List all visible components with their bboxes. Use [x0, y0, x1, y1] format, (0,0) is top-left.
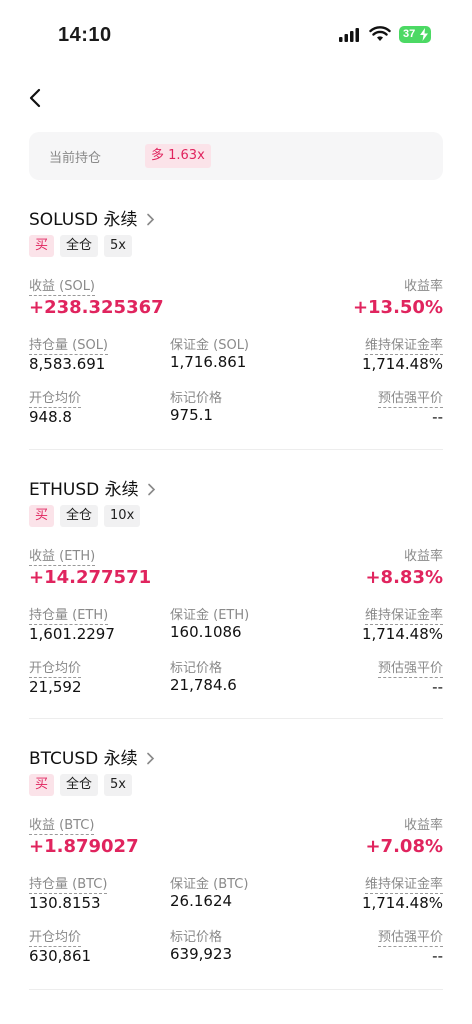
margin-mode-tag: 全仓 — [60, 505, 99, 527]
margin-label: 保证金 (ETH) — [170, 608, 250, 623]
pnl-value: +14.277571 — [29, 567, 152, 588]
divider — [29, 718, 443, 719]
mmr-value: 1,714.48% — [361, 355, 443, 373]
size-value: 130.8153 — [29, 894, 101, 912]
entry-price-value: 630,861 — [29, 947, 92, 965]
size-label[interactable]: 持仓量 (ETH) — [29, 604, 109, 625]
pnl-label[interactable]: 收益 (ETH) — [29, 545, 96, 566]
divider — [29, 449, 443, 450]
mmr-label[interactable]: 维持保证金率 — [364, 334, 443, 355]
liq-price-label[interactable]: 预估强平价 — [377, 926, 443, 947]
side-tag: 买 — [29, 235, 55, 257]
status-bar: 14:10 37 — [0, 0, 472, 70]
side-tag: 买 — [29, 774, 55, 796]
margin-value: 160.1086 — [170, 623, 242, 641]
pnl-value: +1.879027 — [29, 836, 139, 857]
liq-price-value: -- — [432, 678, 443, 696]
position-title[interactable]: BTCUSD 永续 — [29, 744, 155, 769]
pnl-value: +238.325367 — [29, 297, 164, 318]
position-symbol: ETHUSD 永续 — [29, 480, 139, 500]
signal-icon — [339, 28, 359, 42]
leverage-tag: 5x — [104, 235, 132, 257]
size-label[interactable]: 持仓量 (BTC) — [29, 873, 108, 894]
entry-price-value: 21,592 — [29, 678, 82, 696]
mark-price-value: 639,923 — [170, 945, 233, 963]
margin-mode-tag: 全仓 — [60, 774, 99, 796]
mark-price-value: 21,784.6 — [170, 676, 237, 694]
entry-price-label[interactable]: 开仓均价 — [29, 387, 82, 408]
size-value: 1,601.2297 — [29, 625, 115, 643]
pnl-label[interactable]: 收益 (BTC) — [29, 814, 95, 835]
roi-label: 收益率 — [403, 818, 443, 833]
leverage-tag: 5x — [104, 774, 132, 796]
side-tag: 买 — [29, 505, 55, 527]
mmr-value: 1,714.48% — [361, 625, 443, 643]
mark-price-value: 975.1 — [170, 406, 213, 424]
size-label[interactable]: 持仓量 (SOL) — [29, 334, 109, 355]
roi-value: +13.50% — [352, 297, 443, 318]
position-title[interactable]: ETHUSD 永续 — [29, 475, 156, 500]
back-icon[interactable] — [24, 86, 48, 110]
position-tags: 买 全仓 5x — [29, 774, 132, 796]
entry-price-label[interactable]: 开仓均价 — [29, 926, 82, 947]
position-tags: 买 全仓 10x — [29, 505, 141, 527]
entry-price-value: 948.8 — [29, 408, 72, 426]
entry-price-label[interactable]: 开仓均价 — [29, 657, 82, 678]
chevron-right-icon — [146, 213, 154, 226]
size-value: 8,583.691 — [29, 355, 106, 373]
current-position-summary: 当前持仓 多 1.63x — [29, 132, 443, 180]
margin-label: 保证金 (BTC) — [170, 877, 249, 892]
mark-price-label: 标记价格 — [170, 661, 223, 676]
mark-price-label: 标记价格 — [170, 391, 223, 406]
liq-price-label[interactable]: 预估强平价 — [377, 657, 443, 678]
summary-label: 当前持仓 — [49, 151, 102, 166]
pnl-label[interactable]: 收益 (SOL) — [29, 275, 96, 296]
roi-value: +7.08% — [365, 836, 443, 857]
mmr-label[interactable]: 维持保证金率 — [364, 604, 443, 625]
margin-mode-tag: 全仓 — [60, 235, 99, 257]
position-symbol: SOLUSD 永续 — [29, 210, 138, 230]
position-symbol: BTCUSD 永续 — [29, 749, 138, 769]
wifi-icon — [369, 26, 391, 41]
margin-label: 保证金 (SOL) — [170, 338, 250, 353]
liq-price-value: -- — [432, 947, 443, 965]
divider — [29, 989, 443, 990]
margin-value: 1,716.861 — [170, 353, 247, 371]
battery-level: 37 — [403, 28, 416, 40]
chevron-right-icon — [147, 483, 155, 496]
roi-label: 收益率 — [403, 549, 443, 564]
mark-price-label: 标记价格 — [170, 930, 223, 945]
leverage-badge: 多 1.63x — [145, 144, 211, 168]
roi-label: 收益率 — [403, 279, 443, 294]
position-title[interactable]: SOLUSD 永续 — [29, 205, 155, 230]
position-tags: 买 全仓 5x — [29, 235, 132, 257]
margin-value: 26.1624 — [170, 892, 233, 910]
status-time: 14:10 — [58, 24, 112, 46]
charging-bolt-icon — [420, 28, 428, 41]
roi-value: +8.83% — [365, 567, 443, 588]
mmr-label[interactable]: 维持保证金率 — [364, 873, 443, 894]
chevron-right-icon — [146, 752, 154, 765]
leverage-tag: 10x — [104, 505, 141, 527]
liq-price-value: -- — [432, 408, 443, 426]
liq-price-label[interactable]: 预估强平价 — [377, 387, 443, 408]
mmr-value: 1,714.48% — [361, 894, 443, 912]
battery-icon: 37 — [399, 26, 431, 43]
